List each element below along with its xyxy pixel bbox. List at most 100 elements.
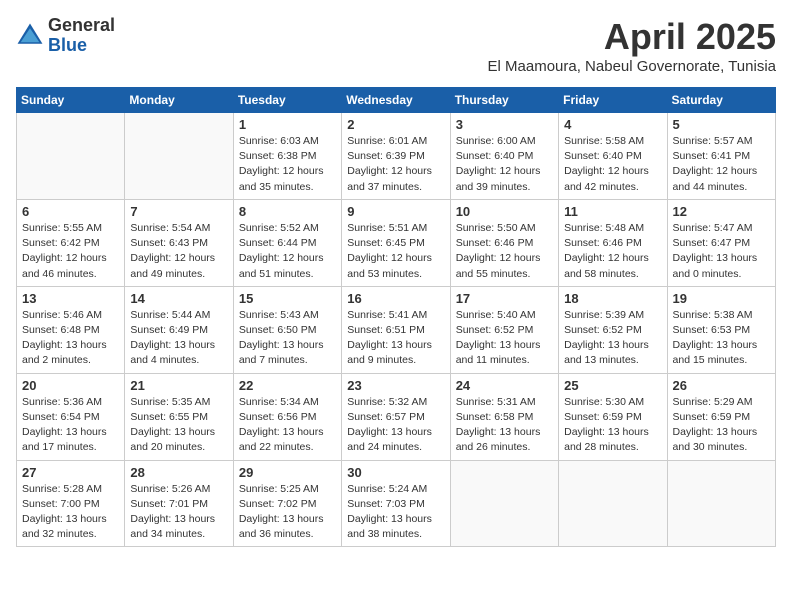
day-number: 30 [347,465,444,480]
day-info: Sunrise: 5:51 AM Sunset: 6:45 PM Dayligh… [347,221,444,282]
day-number: 8 [239,204,336,219]
day-info: Sunrise: 6:03 AM Sunset: 6:38 PM Dayligh… [239,134,336,195]
day-info: Sunrise: 5:48 AM Sunset: 6:46 PM Dayligh… [564,221,661,282]
table-row: 5Sunrise: 5:57 AM Sunset: 6:41 PM Daylig… [667,113,775,200]
day-number: 13 [22,291,119,306]
day-number: 6 [22,204,119,219]
day-info: Sunrise: 5:35 AM Sunset: 6:55 PM Dayligh… [130,395,227,456]
day-info: Sunrise: 5:29 AM Sunset: 6:59 PM Dayligh… [673,395,770,456]
table-row: 26 Sunrise: 5:29 AM Sunset: 6:59 PM Dayli… [667,373,775,460]
col-tuesday: Tuesday [233,88,341,113]
day-info: Sunrise: 5:39 AM Sunset: 6:52 PM Dayligh… [564,308,661,369]
logo-icon [16,22,44,50]
day-number: 18 [564,291,661,306]
day-number: 20 [22,378,119,393]
day-info: Sunrise: 5:50 AM Sunset: 6:46 PM Dayligh… [456,221,553,282]
day-number: 29 [239,465,336,480]
day-number: 9 [347,204,444,219]
table-row: 3 Sunrise: 6:00 AM Sunset: 6:40 PM Daylig… [450,113,558,200]
day-info: Sunrise: 5:54 AM Sunset: 6:43 PM Dayligh… [130,221,227,282]
day-number: 27 [22,465,119,480]
day-number: 21 [130,378,227,393]
table-row: 10 Sunrise: 5:50 AM Sunset: 6:46 PM Dayli… [450,199,558,286]
table-row: 19Sunrise: 5:38 AM Sunset: 6:53 PM Dayli… [667,286,775,373]
col-saturday: Saturday [667,88,775,113]
day-number: 23 [347,378,444,393]
day-info: Sunrise: 5:40 AM Sunset: 6:52 PM Dayligh… [456,308,553,369]
table-row: 2Sunrise: 6:01 AM Sunset: 6:39 PM Daylig… [342,113,450,200]
day-info: Sunrise: 5:58 AM Sunset: 6:40 PM Dayligh… [564,134,661,195]
day-info: Sunrise: 5:28 AM Sunset: 7:00 PM Dayligh… [22,482,119,543]
month-title: April 2025 [488,16,776,58]
day-number: 12 [673,204,770,219]
day-info: Sunrise: 5:44 AM Sunset: 6:49 PM Dayligh… [130,308,227,369]
day-number: 10 [456,204,553,219]
calendar-week-row: 6 Sunrise: 5:55 AM Sunset: 6:42 PM Daylig… [17,199,776,286]
day-info: Sunrise: 5:55 AM Sunset: 6:42 PM Dayligh… [22,221,119,282]
day-info: Sunrise: 5:46 AM Sunset: 6:48 PM Dayligh… [22,308,119,369]
day-info: Sunrise: 5:26 AM Sunset: 7:01 PM Dayligh… [130,482,227,543]
table-row: 18 Sunrise: 5:39 AM Sunset: 6:52 PM Dayli… [559,286,667,373]
table-row: 1 Sunrise: 6:03 AM Sunset: 6:38 PM Daylig… [233,113,341,200]
day-info: Sunrise: 5:32 AM Sunset: 6:57 PM Dayligh… [347,395,444,456]
col-thursday: Thursday [450,88,558,113]
table-row: 8 Sunrise: 5:52 AM Sunset: 6:44 PM Daylig… [233,199,341,286]
logo-general: General [48,16,115,36]
day-number: 22 [239,378,336,393]
day-number: 14 [130,291,227,306]
table-row: 11 Sunrise: 5:48 AM Sunset: 6:46 PM Dayli… [559,199,667,286]
table-row: 24 Sunrise: 5:31 AM Sunset: 6:58 PM Dayli… [450,373,558,460]
day-info: Sunrise: 5:36 AM Sunset: 6:54 PM Dayligh… [22,395,119,456]
day-number: 7 [130,204,227,219]
location-title: El Maamoura, Nabeul Governorate, Tunisia [488,58,776,75]
table-row: 30Sunrise: 5:24 AM Sunset: 7:03 PM Dayli… [342,460,450,547]
day-number: 26 [673,378,770,393]
table-row: 23 Sunrise: 5:32 AM Sunset: 6:57 PM Dayli… [342,373,450,460]
title-block: April 2025 El Maamoura, Nabeul Governora… [488,16,776,75]
table-row: 27 Sunrise: 5:28 AM Sunset: 7:00 PM Dayli… [17,460,125,547]
table-row: 16 Sunrise: 5:41 AM Sunset: 6:51 PM Dayli… [342,286,450,373]
calendar-header-row: Sunday Monday Tuesday Wednesday Thursday… [17,88,776,113]
table-row: 4 Sunrise: 5:58 AM Sunset: 6:40 PM Daylig… [559,113,667,200]
day-number: 1 [239,117,336,132]
day-info: Sunrise: 6:00 AM Sunset: 6:40 PM Dayligh… [456,134,553,195]
table-row [667,460,775,547]
logo-text: General Blue [48,16,115,56]
day-number: 11 [564,204,661,219]
table-row [125,113,233,200]
day-number: 17 [456,291,553,306]
day-number: 3 [456,117,553,132]
calendar-table: Sunday Monday Tuesday Wednesday Thursday… [16,87,776,547]
day-info: Sunrise: 5:41 AM Sunset: 6:51 PM Dayligh… [347,308,444,369]
day-number: 24 [456,378,553,393]
day-number: 2 [347,117,444,132]
day-info: Sunrise: 5:52 AM Sunset: 6:44 PM Dayligh… [239,221,336,282]
table-row: 7 Sunrise: 5:54 AM Sunset: 6:43 PM Daylig… [125,199,233,286]
day-info: Sunrise: 5:30 AM Sunset: 6:59 PM Dayligh… [564,395,661,456]
day-number: 16 [347,291,444,306]
table-row: 22 Sunrise: 5:34 AM Sunset: 6:56 PM Dayli… [233,373,341,460]
day-info: Sunrise: 5:47 AM Sunset: 6:47 PM Dayligh… [673,221,770,282]
table-row: 17 Sunrise: 5:40 AM Sunset: 6:52 PM Dayli… [450,286,558,373]
table-row: 12 Sunrise: 5:47 AM Sunset: 6:47 PM Dayli… [667,199,775,286]
calendar-week-row: 27 Sunrise: 5:28 AM Sunset: 7:00 PM Dayli… [17,460,776,547]
table-row: 13 Sunrise: 5:46 AM Sunset: 6:48 PM Dayli… [17,286,125,373]
day-number: 28 [130,465,227,480]
table-row: 25 Sunrise: 5:30 AM Sunset: 6:59 PM Dayli… [559,373,667,460]
table-row [17,113,125,200]
col-wednesday: Wednesday [342,88,450,113]
table-row: 6 Sunrise: 5:55 AM Sunset: 6:42 PM Daylig… [17,199,125,286]
calendar-week-row: 20 Sunrise: 5:36 AM Sunset: 6:54 PM Dayli… [17,373,776,460]
day-info: Sunrise: 5:31 AM Sunset: 6:58 PM Dayligh… [456,395,553,456]
day-number: 5 [673,117,770,132]
table-row: 28 Sunrise: 5:26 AM Sunset: 7:01 PM Dayli… [125,460,233,547]
calendar-week-row: 13 Sunrise: 5:46 AM Sunset: 6:48 PM Dayli… [17,286,776,373]
day-number: 19 [673,291,770,306]
day-info: Sunrise: 5:34 AM Sunset: 6:56 PM Dayligh… [239,395,336,456]
day-info: Sunrise: 5:43 AM Sunset: 6:50 PM Dayligh… [239,308,336,369]
col-friday: Friday [559,88,667,113]
table-row: 15Sunrise: 5:43 AM Sunset: 6:50 PM Dayli… [233,286,341,373]
day-number: 25 [564,378,661,393]
day-number: 4 [564,117,661,132]
logo-blue: Blue [48,36,115,56]
